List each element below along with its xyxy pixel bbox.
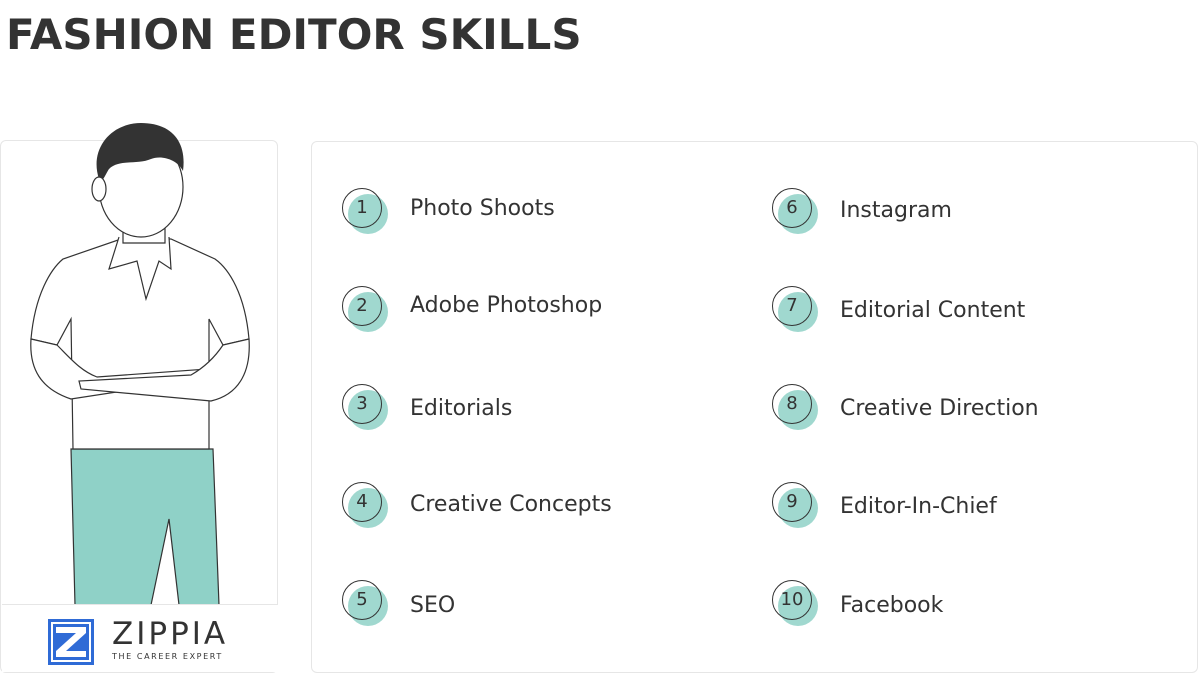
skill-label: Editorials	[410, 396, 513, 421]
brand-bar: ZIPPIA THE CAREER EXPERT	[2, 604, 278, 672]
skill-number: 3	[356, 393, 368, 414]
skill-number-badge: 6	[770, 188, 822, 240]
skill-item-9: 9 Editor-In-Chief	[770, 482, 1170, 532]
skill-label: Creative Concepts	[410, 492, 612, 517]
skill-label: Facebook	[840, 593, 944, 618]
skill-number: 7	[786, 295, 798, 316]
skill-label: Instagram	[840, 198, 952, 223]
illustration-card: ZIPPIA THE CAREER EXPERT	[0, 123, 278, 673]
skill-number: 8	[786, 393, 798, 414]
skill-number-badge: 2	[340, 286, 392, 338]
skill-number: 4	[356, 491, 368, 512]
skill-item-5: 5 SEO	[340, 580, 740, 630]
skill-item-10: 10 Facebook	[770, 580, 1170, 630]
skill-label: Adobe Photoshop	[410, 293, 603, 318]
skill-number-badge: 3	[340, 384, 392, 436]
skill-label: Editorial Content	[840, 298, 1026, 323]
skill-item-7: 7 Editorial Content	[770, 286, 1170, 336]
skill-item-8: 8 Creative Direction	[770, 384, 1170, 434]
brand-tagline: THE CAREER EXPERT	[112, 652, 223, 661]
page-title: FASHION EDITOR SKILLS	[6, 10, 582, 59]
skill-item-6: 6 Instagram	[770, 188, 1170, 238]
skill-label: SEO	[410, 593, 456, 618]
skill-number-badge: 1	[340, 188, 392, 240]
skill-number-badge: 8	[770, 384, 822, 436]
skill-number: 5	[356, 589, 368, 610]
skill-item-2: 2 Adobe Photoshop	[340, 286, 740, 336]
skill-number: 10	[780, 589, 804, 610]
person-illustration-icon	[30, 123, 250, 605]
skill-item-1: 1 Photo Shoots	[340, 188, 740, 238]
skill-item-4: 4 Creative Concepts	[340, 482, 740, 532]
skills-card: 1 Photo Shoots 2 Adobe Photoshop 3 Edito…	[311, 141, 1198, 673]
skill-number: 6	[786, 197, 798, 218]
brand-name: ZIPPIA	[112, 616, 229, 652]
skill-number-badge: 7	[770, 286, 822, 338]
skill-label: Editor-In-Chief	[840, 494, 997, 519]
skill-item-3: 3 Editorials	[340, 384, 740, 434]
zippia-logo-icon	[48, 619, 94, 665]
skill-number-badge: 4	[340, 482, 392, 534]
skill-number-badge: 9	[770, 482, 822, 534]
skill-label: Photo Shoots	[410, 196, 555, 221]
skill-label: Creative Direction	[840, 396, 1039, 421]
skill-number-badge: 10	[770, 580, 822, 632]
skill-number-badge: 5	[340, 580, 392, 632]
skill-number: 2	[356, 295, 368, 316]
skill-number: 9	[786, 491, 798, 512]
skill-number: 1	[356, 197, 368, 218]
